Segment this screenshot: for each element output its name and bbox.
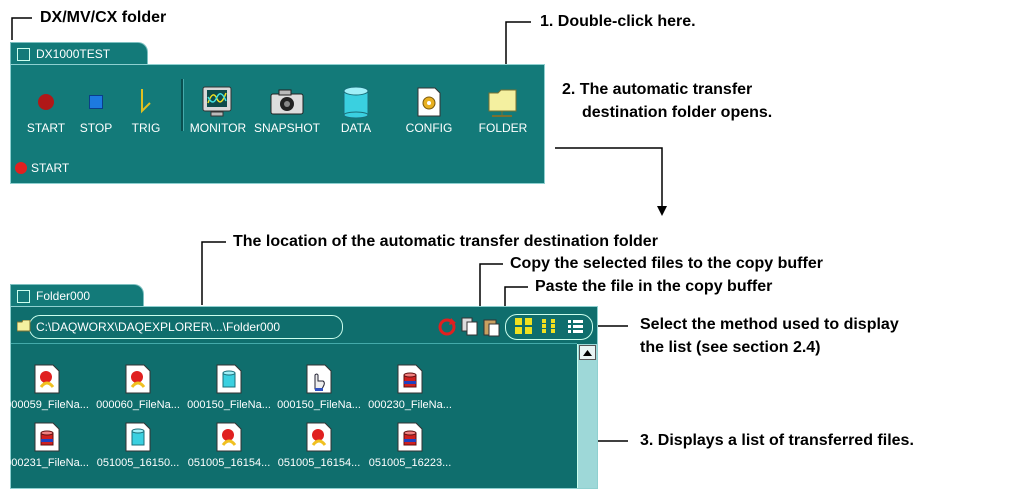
monitor-button[interactable]: MONITOR	[185, 83, 251, 135]
camera-icon	[254, 83, 320, 121]
folder-label: FOLDER	[478, 121, 528, 135]
trigger-icon	[113, 83, 179, 121]
list-item[interactable]: 051005_16154...	[273, 417, 365, 469]
annotation-double-click: 1. Double-click here.	[540, 13, 696, 30]
database-icon	[323, 83, 389, 121]
file-name: 000060_FileNa...	[96, 399, 180, 411]
tab-folder000[interactable]: Folder000	[10, 284, 144, 307]
list-item[interactable]: 051005_16154...	[183, 417, 275, 469]
tab-checkbox[interactable]	[17, 47, 30, 61]
folder-window: C:\DAQWORX\DAQEXPLORER\...\Folder000 000…	[5, 306, 598, 489]
config-icon	[396, 83, 462, 121]
list-item[interactable]: 000230_FileNa...	[364, 359, 456, 411]
annotation-paste-buffer: Paste the file in the copy buffer	[535, 278, 773, 295]
tab-checkbox[interactable]	[17, 289, 30, 303]
hand-file-icon	[273, 359, 365, 395]
list-item[interactable]: 000059_FileNa...	[1, 359, 93, 411]
paste-icon[interactable]	[483, 317, 501, 337]
status-dot-icon	[15, 162, 27, 174]
device-panel: START STOP TRIG MONITOR SNAPSHOT DATA CO…	[10, 64, 545, 184]
vertical-scrollbar[interactable]	[577, 344, 597, 488]
annotation-opens-line1: 2. The automatic transfer	[562, 81, 753, 98]
event-file-icon	[364, 359, 456, 395]
folder-path: C:\DAQWORX\DAQEXPLORER\...\Folder000	[29, 315, 343, 339]
config-label: CONFIG	[405, 121, 453, 135]
annotation-method-line1: Select the method used to display	[640, 316, 899, 333]
monitor-icon	[185, 83, 251, 121]
snapshot-label: SNAPSHOT	[254, 121, 321, 135]
refresh-icon[interactable]	[437, 317, 457, 337]
annotation-folder-label: DX/MV/CX folder	[40, 9, 167, 26]
data-file-icon	[183, 359, 275, 395]
trig-button[interactable]: TRIG	[113, 83, 179, 135]
list-item[interactable]: 051005_16150...	[92, 417, 184, 469]
arrow-up-icon	[583, 349, 592, 356]
file-name: 051005_16150...	[96, 457, 180, 469]
view-large-icons-icon[interactable]	[515, 318, 533, 334]
annotation-opens-line2: destination folder opens.	[582, 104, 773, 121]
status-text: START	[31, 161, 70, 175]
config-button[interactable]: CONFIG	[396, 83, 462, 135]
status-indicator: START	[15, 161, 69, 175]
list-item[interactable]: 000150_FileNa...	[183, 359, 275, 411]
file-name: 000231_FileNa...	[5, 457, 89, 469]
file-name: 000059_FileNa...	[5, 399, 89, 411]
list-item[interactable]: 000231_FileNa...	[1, 417, 93, 469]
data-file-icon	[92, 417, 184, 453]
file-name: 051005_16154...	[187, 457, 271, 469]
display-file-icon	[183, 417, 275, 453]
list-item[interactable]: 051005_16223...	[364, 417, 456, 469]
annotation-list-files: 3. Displays a list of transferred files.	[640, 432, 914, 449]
list-item[interactable]: 000150_FileNa...	[273, 359, 365, 411]
file-name: 051005_16223...	[368, 457, 452, 469]
monitor-label: MONITOR	[189, 121, 247, 135]
toolbar-separator	[181, 79, 184, 131]
annotation-location: The location of the automatic transfer d…	[233, 233, 658, 250]
file-name: 051005_16154...	[277, 457, 361, 469]
display-file-icon	[273, 417, 365, 453]
copy-icon[interactable]	[461, 317, 479, 337]
view-small-icons-icon[interactable]	[541, 318, 559, 334]
data-label: DATA	[340, 121, 372, 135]
scroll-up-button[interactable]	[579, 345, 596, 360]
display-file-icon	[92, 359, 184, 395]
folder-button[interactable]: FOLDER	[470, 83, 536, 135]
small-folder-icon	[16, 319, 31, 332]
list-item[interactable]: 000060_FileNa...	[92, 359, 184, 411]
snapshot-button[interactable]: SNAPSHOT	[254, 83, 320, 135]
path-text: C:\DAQWORX\DAQEXPLORER\...\Folder000	[36, 320, 281, 334]
tab-dx1000test[interactable]: DX1000TEST	[10, 42, 148, 65]
event-file-icon	[364, 417, 456, 453]
annotation-copy-buffer: Copy the selected files to the copy buff…	[510, 255, 823, 272]
folder-icon	[470, 83, 536, 121]
file-name: 000150_FileNa...	[277, 399, 361, 411]
tab-title: DX1000TEST	[36, 47, 111, 61]
file-name: 000150_FileNa...	[187, 399, 271, 411]
display-file-icon	[1, 359, 93, 395]
event-file-icon	[1, 417, 93, 453]
file-name: 000230_FileNa...	[368, 399, 452, 411]
data-button[interactable]: DATA	[323, 83, 389, 135]
annotation-method-line2: the list (see section 2.4)	[640, 339, 821, 356]
folder-tab-title: Folder000	[36, 289, 91, 303]
trig-label: TRIG	[131, 121, 161, 135]
view-list-icon[interactable]	[567, 318, 585, 334]
